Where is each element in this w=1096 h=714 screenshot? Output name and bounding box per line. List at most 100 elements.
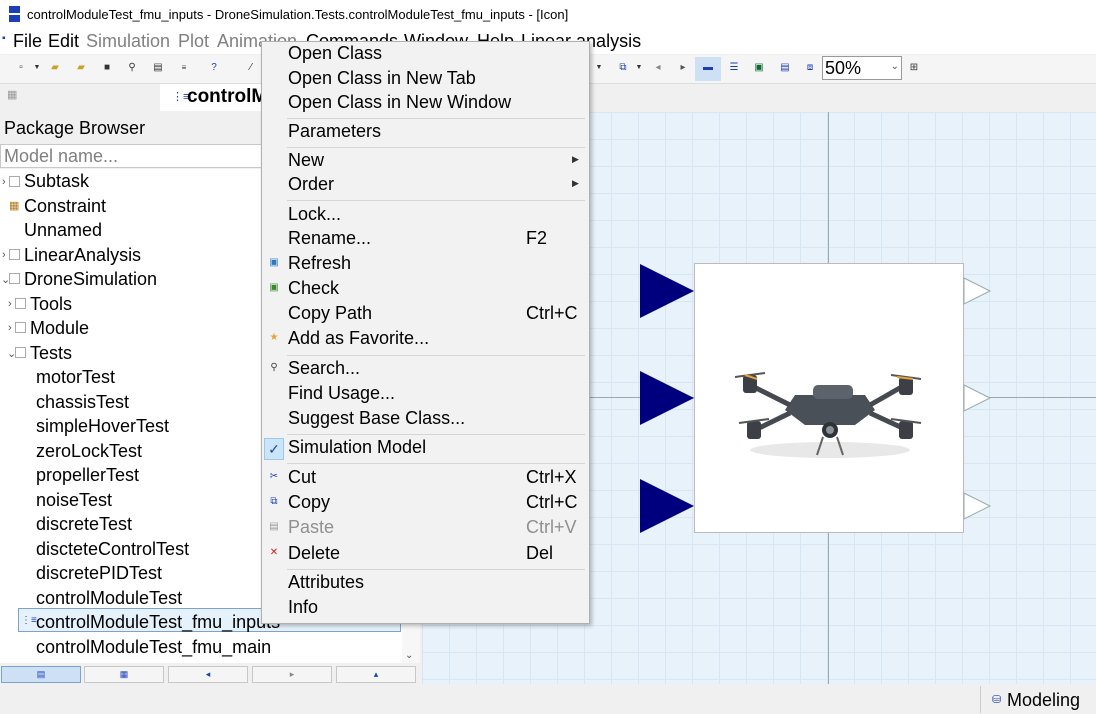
menu-item-cut[interactable]: ✂ Cut Ctrl+X xyxy=(262,467,588,491)
tree-item-discretetest[interactable]: discreteTest xyxy=(36,512,132,536)
paste-icon: ▤ xyxy=(269,521,279,532)
output-connectors xyxy=(963,277,992,520)
forward-arrow-icon[interactable]: ▸ xyxy=(676,61,690,75)
component-dropdown-icon[interactable]: ▼ xyxy=(632,61,646,75)
tree-item-zerolocktest[interactable]: zeroLockTest xyxy=(36,439,142,463)
tree-item-linearanalysis[interactable]: LinearAnalysis xyxy=(24,243,141,267)
delete-icon: ✕ xyxy=(269,547,279,558)
menu-item-lock[interactable]: Lock... xyxy=(262,204,588,228)
back-arrow-icon[interactable]: ◂ xyxy=(651,61,665,75)
package-icon xyxy=(15,298,26,309)
print-icon[interactable]: ▤ xyxy=(151,61,165,75)
input-port-2[interactable] xyxy=(640,371,694,425)
expand-arrow-icon[interactable]: › xyxy=(2,249,6,261)
expand-arrow-icon[interactable]: › xyxy=(8,298,12,310)
input-connectors xyxy=(640,264,694,533)
package-icon xyxy=(9,273,20,284)
input-port-3[interactable] xyxy=(640,479,694,533)
search-icon[interactable]: ⚲ xyxy=(125,61,139,75)
tab-scroll-icon[interactable]: ▦ xyxy=(7,88,37,108)
documentation-layer-icon[interactable]: ▣ xyxy=(752,61,766,75)
forward-button[interactable]: ▸ xyxy=(252,666,332,683)
zoom-select[interactable]: 50% ⌄ xyxy=(822,56,902,80)
toolbar-dropdown-icon[interactable]: ▼ xyxy=(592,61,606,75)
save-icon[interactable]: ■ xyxy=(100,61,114,75)
menu-item-parameters[interactable]: Parameters xyxy=(262,121,588,145)
table-icon: ▦ xyxy=(9,200,20,212)
open-library-icon[interactable]: ▰ xyxy=(74,61,88,75)
menu-plot[interactable]: Plot xyxy=(178,31,209,52)
menu-separator xyxy=(287,434,585,435)
used-classes-icon[interactable]: ⧈ xyxy=(803,61,817,75)
tree-item-chassistest[interactable]: chassisTest xyxy=(36,390,129,414)
input-port-1[interactable] xyxy=(640,264,694,318)
tree-item-module[interactable]: Module xyxy=(30,316,89,340)
tree-item-tools[interactable]: Tools xyxy=(30,292,72,316)
output-port-3[interactable] xyxy=(963,492,992,520)
submenu-arrow-icon: ▶ xyxy=(572,178,579,188)
expand-arrow-icon[interactable]: › xyxy=(2,176,6,188)
tree-item-noisetest[interactable]: noiseTest xyxy=(36,488,112,512)
tree-item-constraint[interactable]: Constraint xyxy=(24,194,106,218)
modelica-text-icon[interactable]: ▤ xyxy=(778,61,792,75)
menu-item-delete[interactable]: ✕ Delete Del xyxy=(262,543,588,567)
icon-layer-icon: ▬ xyxy=(703,62,713,73)
tree-item-unnamed[interactable]: Unnamed xyxy=(24,218,102,242)
menu-item-refresh[interactable]: ▣ Refresh xyxy=(262,253,588,277)
menu-file[interactable]: File xyxy=(13,31,42,52)
menu-item-attributes[interactable]: Attributes xyxy=(262,572,588,596)
menu-item-suggest-base-class[interactable]: Suggest Base Class... xyxy=(262,408,588,432)
menu-separator xyxy=(287,569,585,570)
tree-item-disctetecontroltest[interactable]: discteteControlTest xyxy=(36,537,189,561)
menu-item-open-class[interactable]: Open Class xyxy=(262,43,588,67)
tree-item-subtask[interactable]: Subtask xyxy=(24,169,89,193)
output-port-1[interactable] xyxy=(963,277,992,305)
package-view-button[interactable]: ▤ xyxy=(1,666,81,683)
expand-arrow-icon[interactable]: › xyxy=(8,322,12,334)
help-icon[interactable]: ? xyxy=(207,61,221,75)
menu-edit[interactable]: Edit xyxy=(48,31,79,52)
component-view-button[interactable]: ▦ xyxy=(84,666,164,683)
menu-item-rename[interactable]: Rename... F2 xyxy=(262,228,588,252)
status-separator xyxy=(980,686,981,713)
menu-item-add-favorite[interactable]: ★ Add as Favorite... xyxy=(262,328,588,352)
component-icon[interactable]: ⧉ xyxy=(616,61,630,75)
new-file-icon[interactable]: ▫ xyxy=(14,61,28,75)
up-button[interactable]: ▴ xyxy=(336,666,416,683)
menu-simulation[interactable]: Simulation xyxy=(86,31,170,52)
line-draw-icon[interactable]: ⁄ xyxy=(244,61,258,75)
tree-item-controlmoduletest-fmu-main[interactable]: controlModuleTest_fmu_main xyxy=(36,635,271,659)
mode-button[interactable]: Modeling xyxy=(1007,690,1080,711)
scissors-icon: ✂ xyxy=(269,471,279,482)
fit-window-icon[interactable]: ⊞ xyxy=(907,61,921,75)
back-button[interactable]: ◂ xyxy=(168,666,248,683)
menu-item-open-class-new-tab[interactable]: Open Class in New Tab xyxy=(262,68,588,92)
menu-item-simulation-model[interactable]: Simulation Model xyxy=(262,437,588,461)
tree-item-propellertest[interactable]: propellerTest xyxy=(36,463,139,487)
tree-item-controlmoduletest-fmu-inputs[interactable]: controlModuleTest_fmu_inputs xyxy=(36,610,280,634)
menu-item-new[interactable]: New ▶ xyxy=(262,150,588,174)
menu-item-open-class-new-window[interactable]: Open Class in New Window xyxy=(262,92,588,116)
menu-item-order[interactable]: Order ▶ xyxy=(262,174,588,198)
menu-item-copy[interactable]: ⧉ Copy Ctrl+C xyxy=(262,492,588,516)
tree-item-motortest[interactable]: motorTest xyxy=(36,365,115,389)
menu-item-search[interactable]: ⚲ Search... xyxy=(262,358,588,382)
menu-separator xyxy=(287,463,585,464)
menu-item-find-usage[interactable]: Find Usage... xyxy=(262,383,588,407)
tree-item-simplehovertest[interactable]: simpleHoverTest xyxy=(36,414,169,438)
menu-item-copy-path[interactable]: Copy Path Ctrl+C xyxy=(262,303,588,327)
tools-icon[interactable]: ≡ xyxy=(177,61,191,75)
diagram-layer-icon[interactable]: ☰ xyxy=(727,61,741,75)
tree-item-dronesimulation[interactable]: DroneSimulation xyxy=(24,267,157,291)
dropdown-arrow-icon[interactable]: ▼ xyxy=(30,61,44,75)
menu-item-paste[interactable]: ▤ Paste Ctrl+V xyxy=(262,517,588,541)
menu-item-info[interactable]: Info xyxy=(262,597,588,621)
tree-item-controlmoduletest[interactable]: controlModuleTest xyxy=(36,586,182,610)
package-icon xyxy=(15,347,26,358)
tree-item-discretepidtest[interactable]: discretePIDTest xyxy=(36,561,162,585)
scroll-down-icon[interactable]: ⌄ xyxy=(405,650,413,661)
open-folder-icon[interactable]: ▰ xyxy=(48,61,62,75)
tree-item-tests[interactable]: Tests xyxy=(30,341,72,365)
output-port-2[interactable] xyxy=(963,384,992,412)
menu-item-check[interactable]: ▣ Check xyxy=(262,278,588,302)
